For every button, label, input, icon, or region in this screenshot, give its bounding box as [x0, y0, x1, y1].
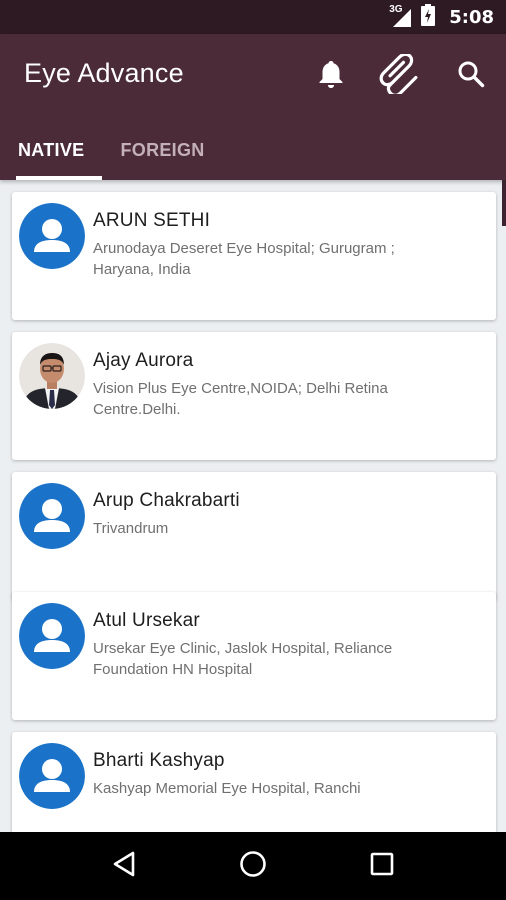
home-button[interactable] — [223, 836, 283, 896]
clock: 5:08 — [449, 6, 494, 28]
doctor-address: Ursekar Eye Clinic, Jaslok Hospital, Rel… — [93, 640, 393, 678]
app-bar: Eye Advance NATIVE FOREIGN — [0, 34, 506, 180]
doctor-address: Trivandrum — [93, 520, 169, 537]
avatar-placeholder-icon — [19, 743, 85, 809]
avatar-photo — [19, 343, 85, 409]
list-item[interactable]: Bharti Kashyap Kashyap Memorial Eye Hosp… — [12, 732, 496, 832]
doctor-address: Kashyap Memorial Eye Hospital, Ranchi — [93, 780, 361, 797]
doctor-list[interactable]: ARUN SETHI Arunodaya Deseret Eye Hospita… — [0, 180, 506, 832]
list-item[interactable]: Ajay Aurora Vision Plus Eye Centre,NOIDA… — [12, 332, 496, 460]
search-button[interactable] — [436, 54, 506, 98]
search-icon — [457, 60, 485, 93]
app-title: Eye Advance — [24, 58, 184, 88]
scroll-indicator — [502, 180, 506, 226]
app-bar-actions — [296, 52, 506, 99]
list-item[interactable]: ARUN SETHI Arunodaya Deseret Eye Hospita… — [12, 192, 496, 320]
signal-icon: 3G — [389, 4, 413, 28]
avatar-placeholder-icon — [19, 483, 85, 549]
tab-bar: NATIVE FOREIGN — [0, 120, 223, 180]
doctor-name: Atul Ursekar — [93, 610, 200, 631]
bell-icon — [317, 59, 345, 94]
tab-native[interactable]: NATIVE — [0, 120, 103, 180]
recents-button[interactable] — [352, 836, 412, 896]
doctor-address: Arunodaya Deseret Eye Hospital; Gurugram… — [93, 240, 395, 278]
tab-foreign[interactable]: FOREIGN — [102, 120, 222, 180]
avatar-placeholder-icon — [19, 203, 85, 269]
doctor-address: Vision Plus Eye Centre,NOIDA; Delhi Reti… — [93, 380, 388, 418]
network-type: 3G — [389, 4, 403, 15]
list-item[interactable]: Atul Ursekar Ursekar Eye Clinic, Jaslok … — [12, 592, 496, 720]
status-bar: 3G 5:08 — [0, 0, 506, 34]
doctor-name: ARUN SETHI — [93, 210, 211, 231]
attachment-icon — [379, 52, 423, 99]
doctor-name: Arup Chakrabarti — [93, 490, 240, 511]
list-item[interactable]: Arup Chakrabarti Trivandrum — [12, 472, 496, 600]
back-icon — [111, 850, 137, 883]
system-nav-bar — [0, 832, 506, 900]
avatar-placeholder-icon — [19, 603, 85, 669]
doctor-name: Bharti Kashyap — [93, 750, 225, 771]
doctor-name: Ajay Aurora — [93, 350, 194, 371]
recents-icon — [369, 851, 395, 882]
back-button[interactable] — [94, 836, 154, 896]
notifications-button[interactable] — [296, 54, 366, 98]
attachment-button[interactable] — [366, 52, 436, 99]
battery-icon — [421, 3, 436, 31]
home-icon — [238, 849, 268, 884]
